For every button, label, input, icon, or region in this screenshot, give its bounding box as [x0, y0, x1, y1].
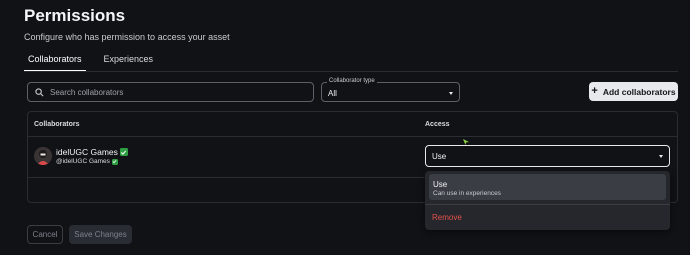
- plus-icon: +: [591, 85, 598, 97]
- menu-divider: [425, 204, 670, 205]
- page-subtitle: Configure who has permission to access y…: [24, 32, 230, 42]
- access-select-value: Use: [432, 152, 447, 161]
- collaborator-name: idelUGC Games: [56, 147, 128, 157]
- tabs-divider: [24, 71, 678, 72]
- tab-experiences[interactable]: Experiences: [104, 54, 154, 72]
- search-field[interactable]: Search collaborators: [27, 82, 314, 102]
- chevron-down-icon: [659, 155, 663, 158]
- save-changes-button[interactable]: Save Changes: [69, 225, 132, 244]
- collaborator-handle-text: @idelUGC Games: [56, 158, 110, 165]
- verified-icon: [119, 148, 128, 156]
- collaborator-name-text: idelUGC Games: [56, 147, 118, 157]
- header-collaborators: Collaborators: [34, 121, 80, 128]
- tab-bar: Collaborators Experiences: [24, 54, 153, 72]
- menu-item-remove[interactable]: Remove: [432, 213, 462, 222]
- cancel-button[interactable]: Cancel: [27, 225, 63, 244]
- tab-collaborators[interactable]: Collaborators: [24, 54, 86, 72]
- collaborator-type-label: Collaborator type: [327, 78, 377, 84]
- menu-item-use-label: Use: [433, 180, 448, 189]
- row-divider: [28, 177, 426, 178]
- collaborator-type-select[interactable]: Collaborator type All: [321, 78, 460, 102]
- verified-icon: [111, 158, 118, 165]
- chevron-down-icon: [449, 92, 453, 95]
- menu-item-use-description: Can use in experiences: [433, 190, 501, 197]
- menu-item-use[interactable]: Use Can use in experiences: [429, 174, 666, 200]
- access-select[interactable]: Use: [425, 145, 670, 167]
- collaborator-handle: @idelUGC Games: [56, 158, 118, 165]
- collaborator-type-value: All: [328, 89, 337, 98]
- add-collaborators-label: Add collaborators: [602, 86, 676, 97]
- search-icon: [35, 87, 44, 96]
- access-dropdown-menu: Use Can use in experiences Remove: [425, 171, 670, 230]
- header-divider: [28, 136, 677, 137]
- search-placeholder: Search collaborators: [50, 87, 124, 97]
- page-title: Permissions: [24, 6, 126, 25]
- avatar: [34, 147, 52, 165]
- header-access: Access: [425, 121, 450, 128]
- add-collaborators-button[interactable]: + Add collaborators: [589, 82, 678, 101]
